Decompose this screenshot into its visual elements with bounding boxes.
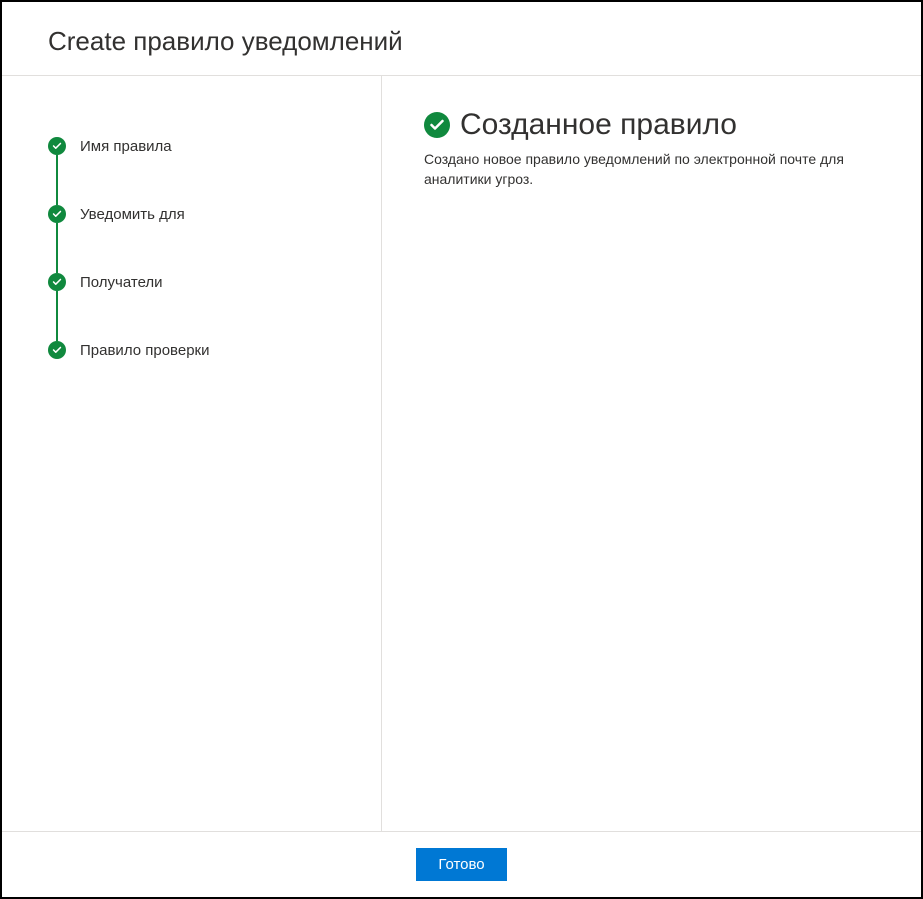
wizard-steps-sidebar: Имя правила Уведомить для Получатели bbox=[2, 76, 382, 831]
step-item-notify[interactable]: Уведомить для bbox=[48, 180, 381, 248]
step-label: Правило проверки bbox=[80, 342, 209, 359]
result-description: Создано новое правило уведомлений по эле… bbox=[424, 150, 879, 189]
step-label: Получатели bbox=[80, 274, 163, 291]
done-button[interactable]: Готово bbox=[416, 848, 506, 881]
success-icon bbox=[424, 112, 450, 138]
dialog-header: Create правило уведомлений bbox=[2, 2, 921, 76]
checkmark-icon bbox=[48, 341, 66, 359]
step-item-review[interactable]: Правило проверки bbox=[48, 316, 381, 384]
step-connector bbox=[56, 223, 58, 273]
dialog-footer: Готово bbox=[2, 831, 921, 897]
create-rule-dialog: Create правило уведомлений Имя правила У… bbox=[0, 0, 923, 899]
checkmark-icon bbox=[48, 137, 66, 155]
step-connector bbox=[56, 291, 58, 341]
step-label: Имя правила bbox=[80, 138, 172, 155]
step-item-recipients[interactable]: Получатели bbox=[48, 248, 381, 316]
result-header: Созданное правило bbox=[424, 108, 879, 142]
dialog-title: Create правило уведомлений bbox=[48, 26, 921, 57]
checkmark-icon bbox=[48, 205, 66, 223]
result-title: Созданное правило bbox=[460, 108, 737, 142]
checkmark-icon bbox=[48, 273, 66, 291]
step-label: Уведомить для bbox=[80, 206, 185, 223]
step-list: Имя правила Уведомить для Получатели bbox=[48, 112, 381, 384]
step-connector bbox=[56, 155, 58, 205]
dialog-body: Имя правила Уведомить для Получатели bbox=[2, 76, 921, 831]
main-content: Созданное правило Создано новое правило … bbox=[382, 76, 921, 831]
step-item-name[interactable]: Имя правила bbox=[48, 112, 381, 180]
